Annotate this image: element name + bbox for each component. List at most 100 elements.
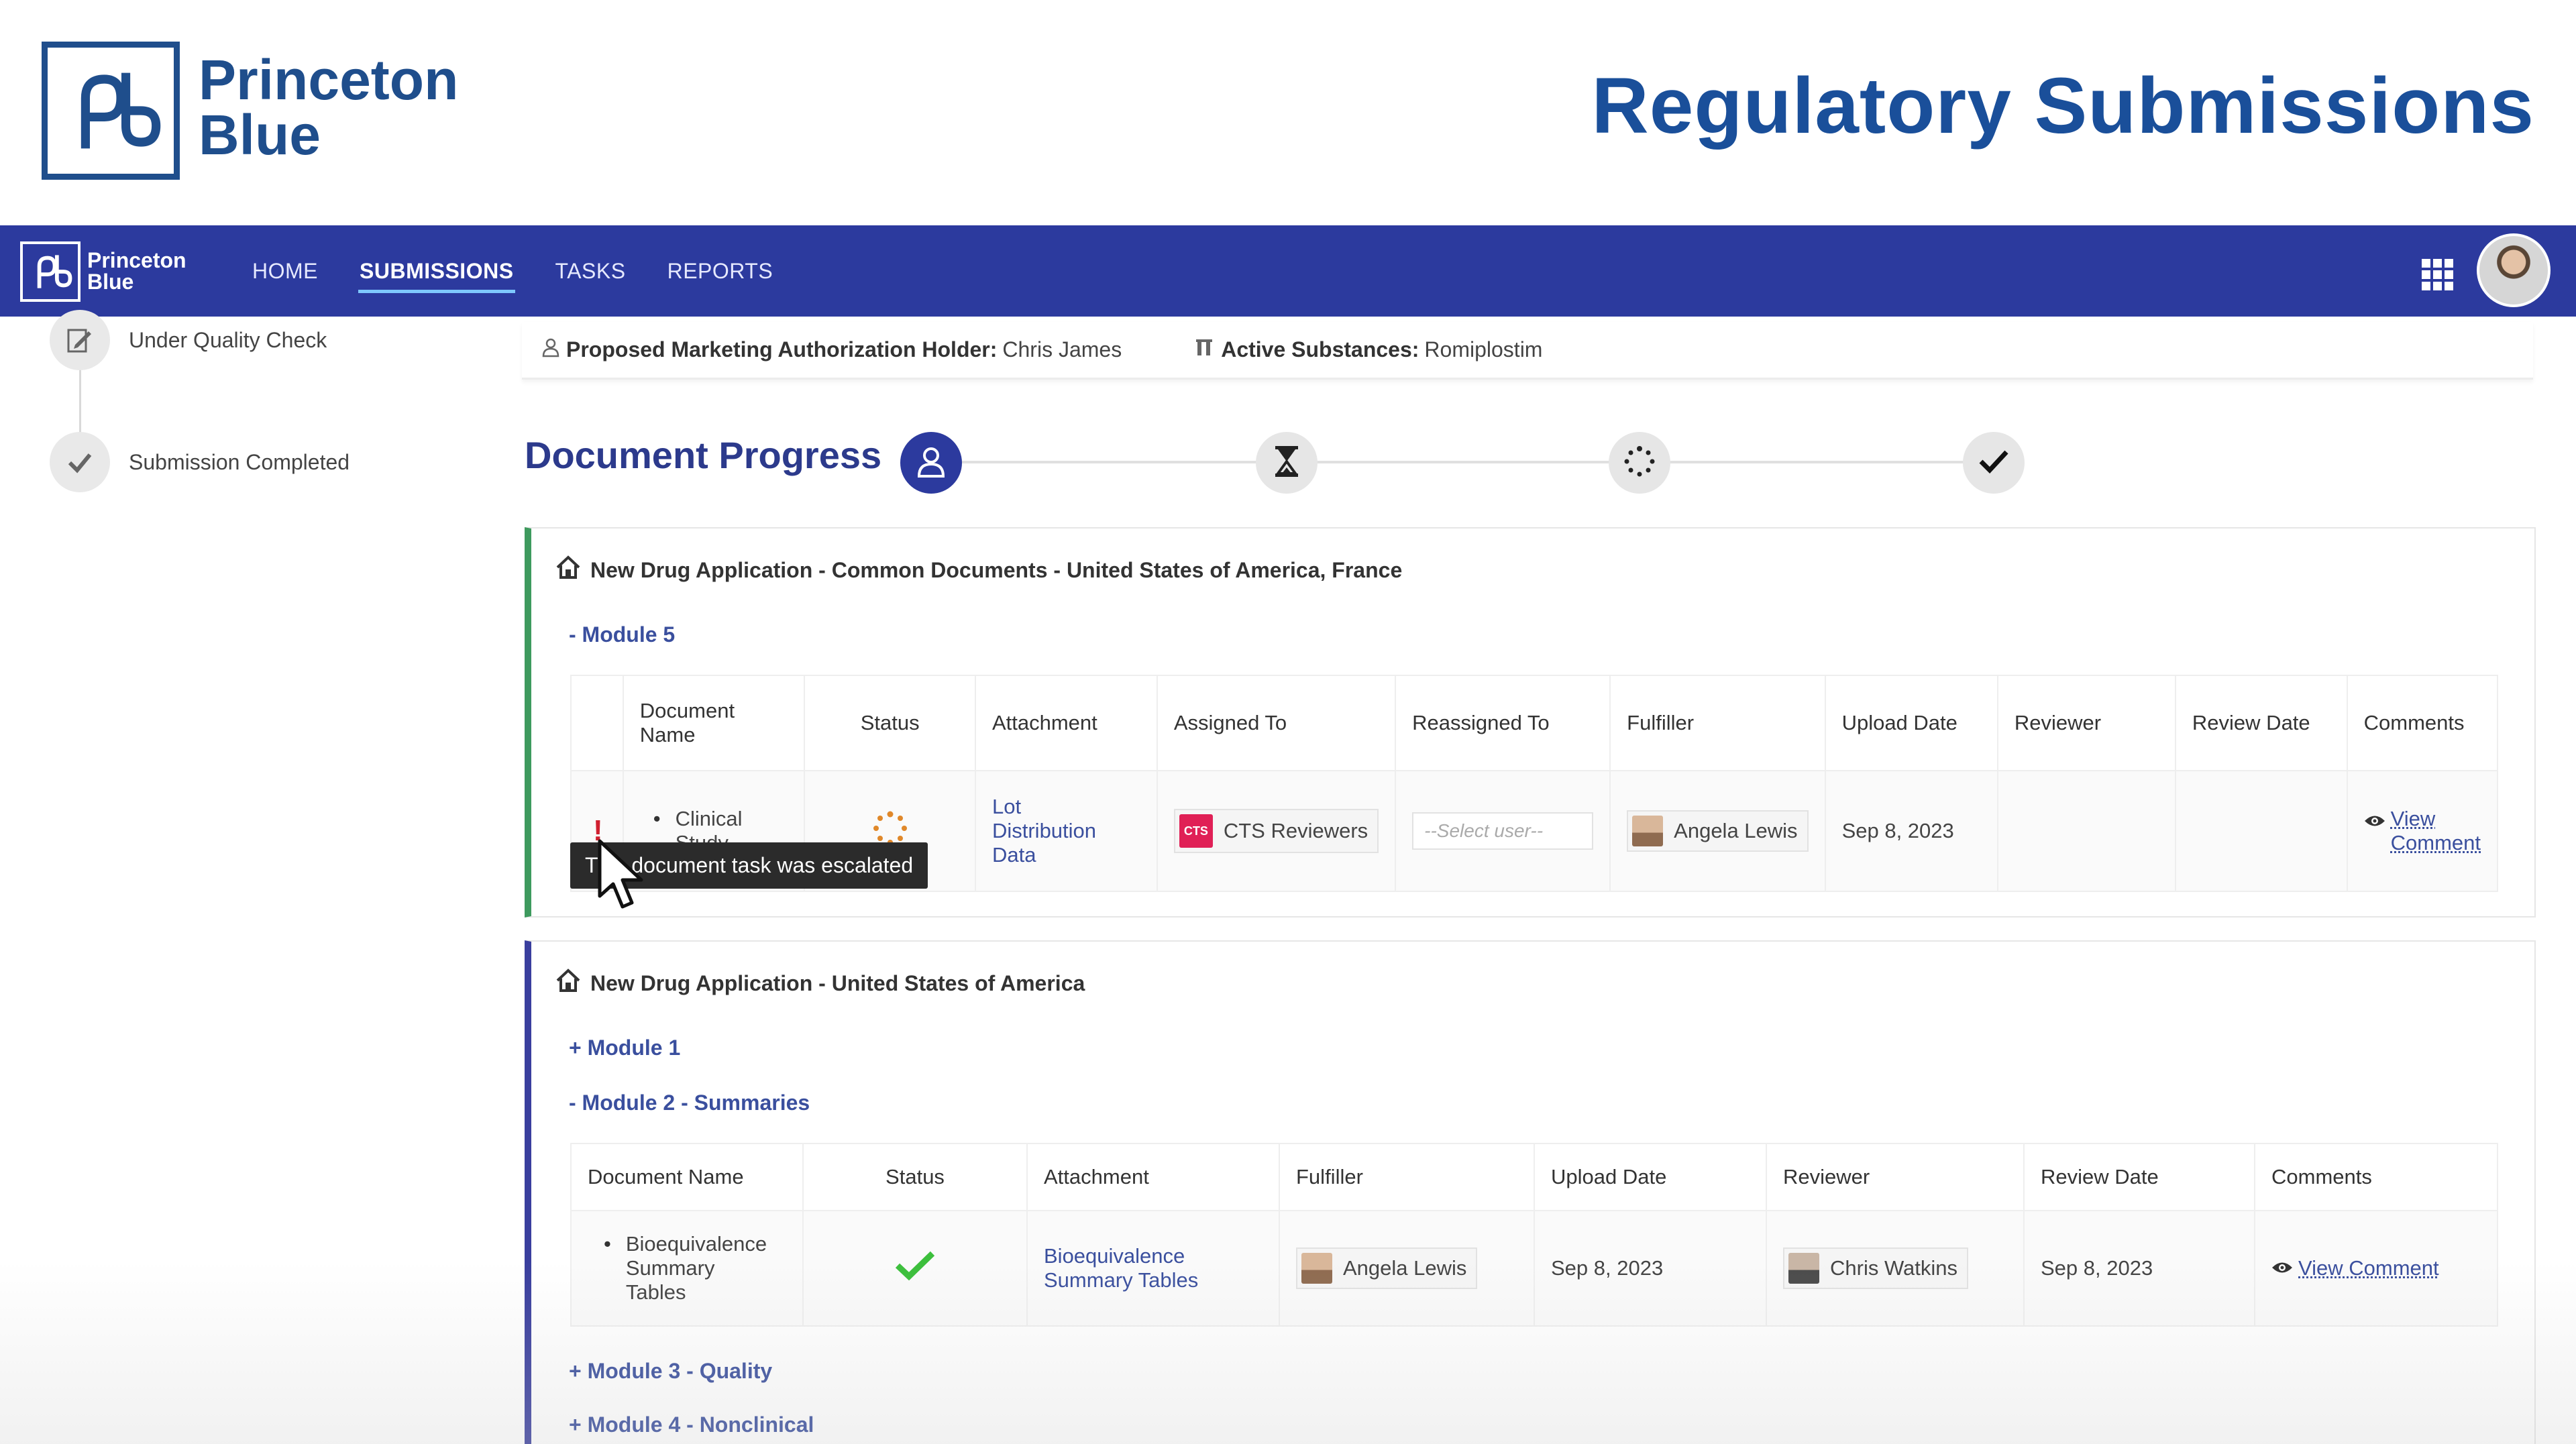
col-review-date: Review Date: [2023, 1143, 2255, 1211]
avatar: [1301, 1253, 1332, 1284]
nav-brand-line2: Blue: [87, 270, 134, 294]
comments-cell: View Comment: [2254, 1210, 2498, 1327]
assigned-group-chip[interactable]: CTS CTS Reviewers: [1173, 809, 1379, 853]
home-icon: [555, 968, 581, 998]
module-3-toggle[interactable]: + Module 3 - Quality: [569, 1359, 772, 1384]
reviewer-cell: Chris Watkins: [1766, 1210, 2025, 1327]
module-4-toggle[interactable]: + Module 4 - Nonclinical: [569, 1412, 814, 1437]
apps-grid-icon[interactable]: [2422, 259, 2454, 294]
holder-value: Chris James: [1002, 337, 1122, 362]
cts-badge-icon: CTS: [1179, 814, 1213, 848]
col-fulfiller: Fulfiller: [1279, 1143, 1535, 1211]
attachment-link[interactable]: Lot Distribution Data: [992, 795, 1140, 867]
assigned-to-cell: CTS CTS Reviewers: [1156, 770, 1397, 892]
col-upload-date: Upload Date: [1534, 1143, 1767, 1211]
attachment-link[interactable]: Bioequivalence Summary Tables: [1044, 1244, 1263, 1292]
col-reassigned-to: Reassigned To: [1395, 675, 1611, 771]
col-status: Status: [804, 675, 976, 771]
col-document-name: Document Name: [570, 1143, 804, 1211]
nav-reports[interactable]: REPORTS: [666, 252, 775, 290]
fulfiller-name: Angela Lewis: [1674, 819, 1798, 842]
reviewer-name: Chris Watkins: [1830, 1256, 1958, 1280]
col-fulfiller: Fulfiller: [1609, 675, 1826, 771]
step-under-quality-check: Under Quality Check: [50, 310, 327, 370]
mouse-cursor-icon: [597, 838, 651, 915]
reassign-user-select[interactable]: --Select user--: [1412, 812, 1594, 850]
panel-title-text: New Drug Application - Common Documents …: [590, 557, 1403, 582]
brand-name: Princeton Blue: [199, 48, 459, 166]
fulfiller-cell: Angela Lewis: [1279, 1210, 1535, 1327]
substances-info: Active Substances: Romiplostim: [1195, 337, 1542, 362]
step-connector: [79, 365, 81, 439]
top-navbar: Princeton Blue HOME SUBMISSIONS TASKS RE…: [0, 225, 2576, 317]
module-1-toggle[interactable]: + Module 1: [569, 1036, 680, 1060]
person-icon: [542, 337, 559, 363]
module-2-toggle[interactable]: - Module 2 - Summaries: [569, 1091, 810, 1115]
progress-stage-in-progress[interactable]: [1609, 432, 1670, 494]
status-cell: [802, 1210, 1028, 1327]
panel-title: New Drug Application - Common Documents …: [555, 555, 1402, 585]
fulfiller-chip[interactable]: Angela Lewis: [1296, 1247, 1478, 1289]
brand-line2: Blue: [199, 103, 321, 166]
holder-info: Proposed Marketing Authorization Holder:…: [542, 337, 1122, 363]
comments-cell: View Comment: [2346, 770, 2499, 892]
nav-brand: Princeton Blue: [87, 249, 186, 292]
module-5-toggle[interactable]: - Module 5: [569, 622, 675, 647]
submission-info-bar: Proposed Marketing Authorization Holder:…: [522, 322, 2533, 380]
princeton-blue-logo-icon: [42, 42, 180, 180]
holder-label: Proposed Marketing Authorization Holder:: [566, 337, 998, 362]
view-comment-link[interactable]: View Comment: [2364, 807, 2481, 855]
document-name-cell: BioequivalenceSummaryTables: [570, 1210, 804, 1327]
table-row: BioequivalenceSummaryTables Bioequivalen…: [570, 1210, 2498, 1327]
fulfiller-chip[interactable]: Angela Lewis: [1627, 810, 1809, 852]
step-label: Submission Completed: [129, 449, 350, 474]
progress-stage-pending[interactable]: [1256, 432, 1318, 494]
upload-date-cell: Sep 8, 2023: [1534, 1210, 1767, 1327]
user-avatar[interactable]: [2477, 233, 2551, 307]
step-label: Under Quality Check: [129, 327, 327, 352]
reviewer-chip[interactable]: Chris Watkins: [1783, 1247, 1969, 1289]
hourglass-icon: [1275, 445, 1298, 480]
edit-document-icon: [50, 310, 110, 370]
col-status: Status: [802, 1143, 1028, 1211]
view-comment-link[interactable]: View Comment: [2271, 1256, 2481, 1280]
col-reviewer: Reviewer: [1996, 675, 2176, 771]
checkmark-icon: [1978, 448, 2009, 478]
substances-value: Romiplostim: [1424, 337, 1543, 362]
nav-tasks[interactable]: TASKS: [554, 252, 627, 290]
attachment-cell[interactable]: Lot Distribution Data: [974, 770, 1158, 892]
spinner-icon: [1624, 445, 1655, 480]
attachment-cell[interactable]: Bioequivalence Summary Tables: [1026, 1210, 1280, 1327]
top-banner: Princeton Blue Regulatory Submissions: [0, 0, 2576, 225]
substance-icon: [1195, 337, 1214, 362]
panel-title: New Drug Application - United States of …: [555, 968, 1085, 998]
col-attachment: Attachment: [974, 675, 1158, 771]
col-upload-date: Upload Date: [1824, 675, 1998, 771]
nav-submissions[interactable]: SUBMISSIONS: [358, 252, 515, 293]
brand-line1: Princeton: [199, 48, 459, 111]
panel-title-text: New Drug Application - United States of …: [590, 970, 1085, 995]
nav-links: HOME SUBMISSIONS TASKS REPORTS: [251, 225, 774, 317]
step-submission-completed: Submission Completed: [50, 432, 350, 492]
nav-brand-line1: Princeton: [87, 248, 186, 272]
col-comments: Comments: [2254, 1143, 2498, 1211]
review-date-cell: [2174, 770, 2348, 892]
substances-label: Active Substances:: [1221, 337, 1419, 362]
col-flag: [570, 675, 624, 771]
document-progress-title: Document Progress: [525, 434, 882, 476]
progress-stage-complete[interactable]: [1963, 432, 2025, 494]
col-reviewer: Reviewer: [1766, 1143, 2025, 1211]
fulfiller-name: Angela Lewis: [1343, 1256, 1467, 1280]
home-icon: [555, 555, 581, 585]
module-2-table: Document Name Status Attachment Fulfille…: [570, 1143, 2498, 1327]
avatar: [1788, 1253, 1819, 1284]
col-comments: Comments: [2346, 675, 2499, 771]
nav-home[interactable]: HOME: [251, 252, 319, 290]
avatar: [1632, 816, 1664, 846]
progress-stage-assigned[interactable]: [900, 432, 962, 494]
col-review-date: Review Date: [2174, 675, 2348, 771]
review-date-cell: Sep 8, 2023: [2023, 1210, 2255, 1327]
nav-logo-icon[interactable]: [20, 241, 80, 302]
user-icon: [916, 445, 946, 481]
col-document-name: Document Name: [622, 675, 806, 771]
